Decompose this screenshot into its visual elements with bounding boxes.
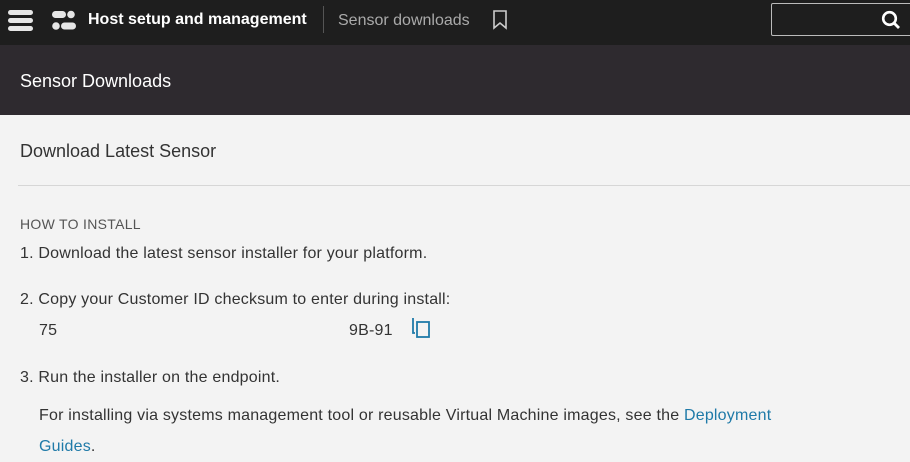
page-header: Sensor Downloads xyxy=(0,45,910,115)
breadcrumb[interactable]: Sensor downloads xyxy=(338,12,470,30)
menu-icon[interactable] xyxy=(8,10,33,32)
note-text: For installing via systems management to… xyxy=(39,407,684,424)
page-title: Sensor Downloads xyxy=(20,71,172,91)
deployment-guides-link[interactable]: Deployment xyxy=(684,407,771,424)
step-1: 1. Download the latest sensor installer … xyxy=(20,245,428,262)
how-to-install-label: HOW TO INSTALL xyxy=(20,216,141,232)
bookmark-icon[interactable] xyxy=(492,10,508,30)
step-3-note: For installing via systems management to… xyxy=(39,400,899,462)
app-logo-icon xyxy=(52,10,76,30)
copy-icon[interactable] xyxy=(411,317,431,339)
section-title: Download Latest Sensor xyxy=(20,141,217,161)
divider xyxy=(18,185,910,186)
divider xyxy=(323,6,324,33)
app-title[interactable]: Host setup and management xyxy=(88,11,307,29)
customer-id-end: 9B-91 xyxy=(349,322,393,339)
step-3: 3. Run the installer on the endpoint. xyxy=(20,369,281,386)
step-2: 2. Copy your Customer ID checksum to ent… xyxy=(20,291,451,308)
deployment-guides-link-cont[interactable]: Guides xyxy=(39,438,91,455)
period: . xyxy=(90,438,96,455)
search-input[interactable] xyxy=(771,3,910,36)
search-icon[interactable] xyxy=(881,10,901,30)
customer-id-start: 75 xyxy=(39,322,58,339)
top-bar: Host setup and management Sensor downloa… xyxy=(0,0,910,45)
